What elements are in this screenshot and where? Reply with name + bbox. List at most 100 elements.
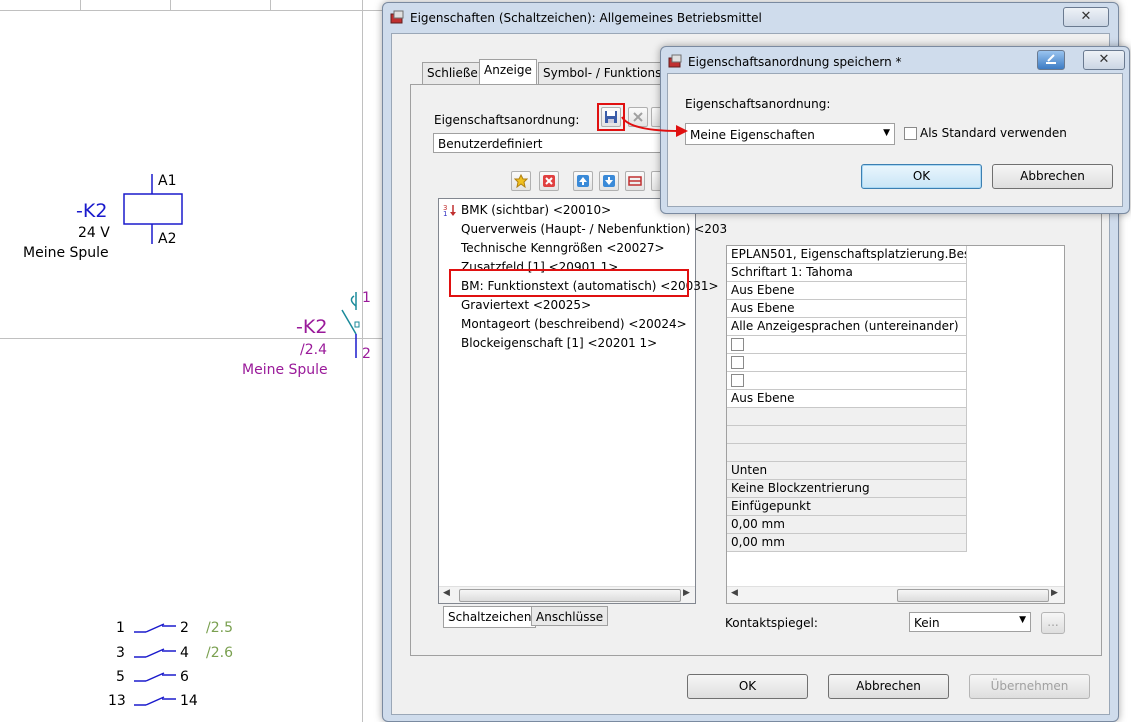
chevron-down-icon[interactable]: ▼ xyxy=(883,128,890,138)
checkbox[interactable] xyxy=(731,356,744,369)
contact-pin-1: 1 xyxy=(362,290,371,306)
coil-pin-a2: A2 xyxy=(158,231,177,247)
checkbox[interactable] xyxy=(731,338,744,351)
contact-pin-2: 2 xyxy=(362,346,371,362)
tab-anzeige[interactable]: Anzeige xyxy=(479,59,537,84)
contact-mirror-combo[interactable]: Kein ▼ xyxy=(909,612,1031,632)
list-item[interactable]: Technische Kenngrößen <20027> xyxy=(461,241,665,255)
save-titlebar[interactable]: Eigenschaftsanordnung speichern * ✕ xyxy=(661,47,1129,75)
contact-tag: -K2 xyxy=(296,316,328,338)
scroll-thumb[interactable] xyxy=(459,589,681,602)
save-name-combo[interactable]: Meine Eigenschaften ▼ xyxy=(685,123,895,145)
value-row[interactable]: Aus Ebene xyxy=(727,300,967,318)
coil-symbol[interactable] xyxy=(118,172,188,247)
new-property-button[interactable] xyxy=(511,171,531,191)
value-row-empty xyxy=(727,408,967,426)
list-item[interactable]: Montageort (beschreibend) <20024> xyxy=(461,317,687,331)
scroll-thumb[interactable] xyxy=(897,589,1049,602)
scroll-right-icon[interactable]: ▶ xyxy=(683,588,690,598)
value-row[interactable]: Unten xyxy=(727,462,967,480)
mirror-left: 1 xyxy=(116,620,125,636)
mirror-left: 5 xyxy=(116,669,125,685)
value-row[interactable]: Alle Anzeigesprachen (untereinander) xyxy=(727,318,967,336)
contact-ref: /2.4 xyxy=(300,342,327,358)
mirror-contact-icon xyxy=(134,623,176,633)
properties-titlebar[interactable]: Eigenschaften (Schaltzeichen): Allgemein… xyxy=(383,3,1118,31)
list-item[interactable]: Graviertext <20025> xyxy=(461,298,591,312)
list-item[interactable]: BMK (sichtbar) <20010> xyxy=(461,203,611,217)
save-client-area: Eigenschaftsanordnung: Meine Eigenschaft… xyxy=(667,73,1123,207)
apply-button[interactable]: Übernehmen xyxy=(969,674,1090,699)
scroll-right-icon[interactable]: ▶ xyxy=(1051,588,1058,598)
arrangement-label: Eigenschaftsanordnung: xyxy=(434,113,580,127)
tab-schliesser[interactable]: Schließer xyxy=(422,62,488,84)
chevron-down-icon[interactable]: ▼ xyxy=(1019,615,1026,625)
mirror-right: 14 xyxy=(180,693,198,709)
move-up-button[interactable] xyxy=(573,171,593,191)
property-value-grid[interactable]: EPLAN501, Eigenschaftsplatzierung.Be schr… xyxy=(726,245,1065,604)
ok-button[interactable]: OK xyxy=(687,674,808,699)
value-row-checkbox[interactable] xyxy=(727,372,967,390)
property-list[interactable]: 3 1 BMK (sichtbar) <20010> Querverweis (… xyxy=(438,198,727,604)
top-ruler xyxy=(0,0,390,11)
split-icon xyxy=(628,176,642,186)
save-cancel-button[interactable]: Abbrechen xyxy=(992,164,1113,189)
cancel-button[interactable]: Abbrechen xyxy=(828,674,949,699)
ruler-tick xyxy=(170,0,171,10)
mirror-right: 2 xyxy=(180,620,189,636)
save-name-value[interactable]: Meine Eigenschaften xyxy=(690,128,815,142)
value-row[interactable]: EPLAN501, Eigenschaftsplatzierung.Beschr… xyxy=(727,246,967,264)
mirror-row: 5 6 xyxy=(100,667,280,689)
coil-voltage: 24 V xyxy=(78,225,110,241)
mirror-right: 6 xyxy=(180,669,189,685)
value-row[interactable]: Aus Ebene xyxy=(727,390,967,408)
tab-schaltzeichen[interactable]: Schaltzeichen xyxy=(443,606,537,628)
contact-mirror-more-button[interactable]: ... xyxy=(1041,612,1065,634)
save-close-button[interactable]: ✕ xyxy=(1083,50,1125,70)
contact-mirror-value: Kein xyxy=(914,616,940,630)
mirror-left: 13 xyxy=(108,693,126,709)
default-checkbox-label[interactable]: Als Standard verwenden xyxy=(920,126,1067,140)
contact-mirror-label: Kontaktspiegel: xyxy=(725,616,818,630)
scroll-left-icon[interactable]: ◀ xyxy=(443,588,450,598)
scroll-left-icon[interactable]: ◀ xyxy=(731,588,738,598)
value-grid-scrollbar[interactable]: ◀ ▶ xyxy=(727,586,1064,603)
value-row-checkbox[interactable] xyxy=(727,354,967,372)
pen-icon xyxy=(1046,54,1056,64)
value-row[interactable]: Aus Ebene xyxy=(727,282,967,300)
value-row[interactable]: 0,00 mm xyxy=(727,534,967,552)
move-down-button[interactable] xyxy=(599,171,619,191)
split-property-button[interactable] xyxy=(625,171,645,191)
contact-label: Meine Spule xyxy=(242,362,328,378)
coil-label: Meine Spule xyxy=(23,245,109,261)
value-row[interactable]: 0,00 mm xyxy=(727,516,967,534)
list-item[interactable]: Blockeigenschaft [1] <20201 1> xyxy=(461,336,657,350)
app-icon xyxy=(390,10,404,24)
coil-pin-a1: A1 xyxy=(158,173,177,189)
sort-order-icon: 3 1 xyxy=(443,204,456,217)
delete-property-button[interactable] xyxy=(539,171,559,191)
value-row-checkbox[interactable] xyxy=(727,336,967,354)
save-field-label: Eigenschaftsanordnung: xyxy=(685,97,831,111)
checkbox[interactable] xyxy=(731,374,744,387)
properties-close-button[interactable]: ✕ xyxy=(1063,7,1109,27)
delete-icon xyxy=(543,175,555,187)
save-arrangement-dialog: Eigenschaftsanordnung speichern * ✕ Eige… xyxy=(660,46,1130,214)
tab-symbol-funktionsdaten[interactable]: Symbol- / Funktionsda xyxy=(538,62,668,84)
property-list-scrollbar[interactable]: ◀ ▶ xyxy=(439,586,695,603)
save-ok-button[interactable]: OK xyxy=(861,164,982,189)
value-row[interactable]: Einfügepunkt xyxy=(727,498,967,516)
value-row[interactable]: Keine Blockzentrierung xyxy=(727,480,967,498)
list-item[interactable]: Querverweis (Haupt- / Nebenfunktion) <20… xyxy=(461,222,727,236)
mirror-row: 13 14 xyxy=(100,691,280,713)
value-row[interactable]: Schriftart 1: Tahoma xyxy=(727,264,967,282)
ruler-tick xyxy=(270,0,271,10)
mirror-contact-icon xyxy=(134,648,176,658)
mirror-contact-icon xyxy=(134,696,176,706)
annotation-arrow xyxy=(621,116,688,137)
tab-anschluesse[interactable]: Anschlüsse xyxy=(531,606,609,626)
arrangement-combo-value: Benutzerdefiniert xyxy=(438,137,543,151)
save-minimize-button[interactable] xyxy=(1037,50,1065,70)
default-checkbox[interactable] xyxy=(904,127,917,140)
ruler-tick xyxy=(80,0,81,10)
